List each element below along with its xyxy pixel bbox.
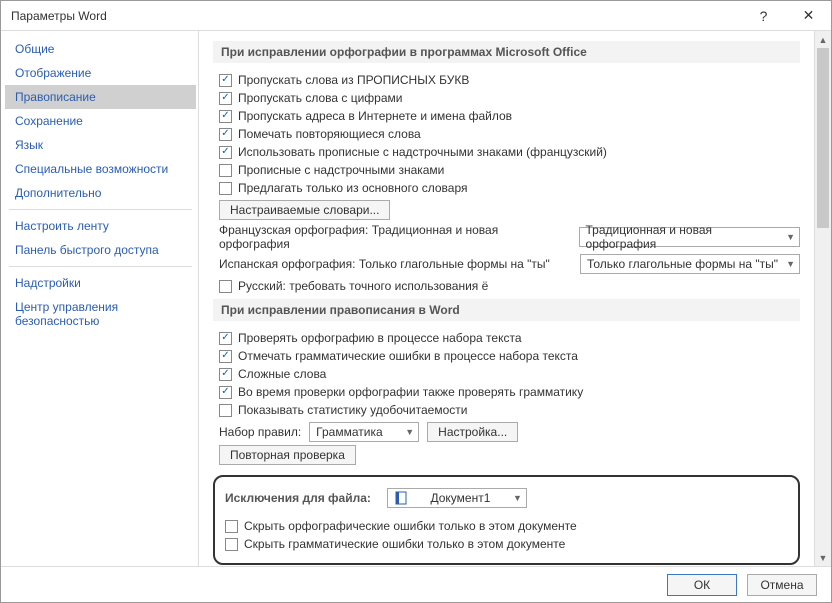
opt-compound-words[interactable]: Сложные слова	[219, 365, 800, 383]
file-exceptions-select[interactable]: Документ1 ▼	[387, 488, 527, 508]
checkbox-icon	[225, 520, 238, 533]
sidebar-item-language[interactable]: Язык	[5, 133, 196, 157]
opt-ignore-uppercase[interactable]: Пропускать слова из ПРОПИСНЫХ БУКВ	[219, 71, 800, 89]
section-autocorrect-office-title: При исправлении орфографии в программах …	[213, 41, 800, 63]
opt-main-dict-only[interactable]: Предлагать только из основного словаря	[219, 179, 800, 197]
sidebar-item-save[interactable]: Сохранение	[5, 109, 196, 133]
checkbox-icon	[219, 332, 232, 345]
word-options-dialog: Параметры Word ? ✕ Общие Отображение Пра…	[0, 0, 832, 603]
custom-dictionaries-button[interactable]: Настраиваемые словари...	[219, 200, 390, 220]
section-proofing-word-title: При исправлении правописания в Word	[213, 299, 800, 321]
checkbox-icon	[225, 538, 238, 551]
checkbox-icon	[219, 386, 232, 399]
opt-french-diacritics[interactable]: Использовать прописные с надстрочными зн…	[219, 143, 800, 161]
opt-hide-grammar-this-doc[interactable]: Скрыть грамматические ошибки только в эт…	[225, 535, 788, 553]
close-button[interactable]: ✕	[786, 1, 831, 31]
sidebar-item-display[interactable]: Отображение	[5, 61, 196, 85]
select-value: Только глагольные формы на "ты"	[587, 257, 778, 271]
content-wrap: При исправлении орфографии в программах …	[199, 31, 831, 566]
chevron-down-icon: ▼	[513, 493, 522, 503]
close-icon: ✕	[803, 7, 815, 24]
sidebar-item-trustcenter[interactable]: Центр управления безопасностью	[5, 295, 196, 333]
checkbox-icon	[219, 74, 232, 87]
opt-check-spelling-typing[interactable]: Проверять орфографию в процессе набора т…	[219, 329, 800, 347]
document-icon	[394, 491, 408, 505]
scroll-up-icon[interactable]: ▲	[815, 31, 831, 48]
scrollbar[interactable]: ▲ ▼	[814, 31, 831, 566]
help-button[interactable]: ?	[741, 1, 786, 31]
ruleset-select[interactable]: Грамматика ▼	[309, 422, 419, 442]
file-exceptions-title: Исключения для файла:	[225, 491, 371, 505]
french-mode-select[interactable]: Традиционная и новая орфография ▼	[579, 227, 800, 247]
help-icon: ?	[760, 8, 768, 24]
grammar-settings-button[interactable]: Настройка...	[427, 422, 518, 442]
opt-hide-spelling-this-doc[interactable]: Скрыть орфографические ошибки только в э…	[225, 517, 788, 535]
select-value: Документ1	[430, 491, 490, 505]
opt-uppercase-diacritics[interactable]: Прописные с надстрочными знаками	[219, 161, 800, 179]
opt-check-grammar-with-spelling[interactable]: Во время проверки орфографии также прове…	[219, 383, 800, 401]
sidebar-item-advanced[interactable]: Дополнительно	[5, 181, 196, 205]
opt-flag-repeated[interactable]: Помечать повторяющиеся слова	[219, 125, 800, 143]
checkbox-icon	[219, 164, 232, 177]
checkbox-icon	[219, 110, 232, 123]
dialog-footer: ОК Отмена	[1, 566, 831, 602]
chevron-down-icon: ▼	[786, 232, 795, 242]
checkbox-icon	[219, 128, 232, 141]
window-title: Параметры Word	[11, 9, 741, 23]
scroll-down-icon[interactable]: ▼	[815, 549, 831, 566]
select-value: Традиционная и новая орфография	[586, 223, 781, 251]
opt-russian-yo[interactable]: Русский: требовать точного использования…	[219, 277, 800, 295]
checkbox-icon	[219, 92, 232, 105]
opt-readability-stats[interactable]: Показывать статистику удобочитаемости	[219, 401, 800, 419]
file-exceptions-group: Исключения для файла: Документ1 ▼ Скрыть…	[213, 475, 800, 565]
sidebar-item-general[interactable]: Общие	[5, 37, 196, 61]
content: При исправлении орфографии в программах …	[199, 31, 814, 566]
dialog-body: Общие Отображение Правописание Сохранени…	[1, 31, 831, 566]
chevron-down-icon: ▼	[786, 259, 795, 269]
opt-mark-grammar-typing[interactable]: Отмечать грамматические ошибки в процесс…	[219, 347, 800, 365]
spanish-mode-label: Испанская орфография: Только глагольные …	[219, 257, 550, 271]
sidebar-separator-2	[9, 266, 192, 267]
titlebar: Параметры Word ? ✕	[1, 1, 831, 31]
ok-button[interactable]: ОК	[667, 574, 737, 596]
recheck-button[interactable]: Повторная проверка	[219, 445, 356, 465]
opt-ignore-urls[interactable]: Пропускать адреса в Интернете и имена фа…	[219, 107, 800, 125]
spanish-mode-select[interactable]: Только глагольные формы на "ты" ▼	[580, 254, 800, 274]
checkbox-icon	[219, 280, 232, 293]
sidebar-item-customize-ribbon[interactable]: Настроить ленту	[5, 214, 196, 238]
ruleset-label: Набор правил:	[219, 425, 301, 439]
opt-ignore-numbers[interactable]: Пропускать слова с цифрами	[219, 89, 800, 107]
office-spelling-options: Пропускать слова из ПРОПИСНЫХ БУКВ Пропу…	[219, 71, 800, 197]
select-value: Грамматика	[316, 425, 382, 439]
scrollbar-thumb[interactable]	[817, 48, 829, 228]
checkbox-icon	[219, 404, 232, 417]
sidebar-item-qat[interactable]: Панель быстрого доступа	[5, 238, 196, 262]
sidebar-separator-1	[9, 209, 192, 210]
sidebar-item-accessibility[interactable]: Специальные возможности	[5, 157, 196, 181]
french-mode-label: Французская орфография: Традиционная и н…	[219, 223, 563, 251]
word-proofing-options: Проверять орфографию в процессе набора т…	[219, 329, 800, 419]
sidebar-item-addins[interactable]: Надстройки	[5, 271, 196, 295]
cancel-button[interactable]: Отмена	[747, 574, 817, 596]
chevron-down-icon: ▼	[405, 427, 414, 437]
sidebar: Общие Отображение Правописание Сохранени…	[1, 31, 199, 566]
checkbox-icon	[219, 182, 232, 195]
sidebar-item-proofing[interactable]: Правописание	[5, 85, 196, 109]
checkbox-icon	[219, 146, 232, 159]
checkbox-icon	[219, 350, 232, 363]
checkbox-icon	[219, 368, 232, 381]
